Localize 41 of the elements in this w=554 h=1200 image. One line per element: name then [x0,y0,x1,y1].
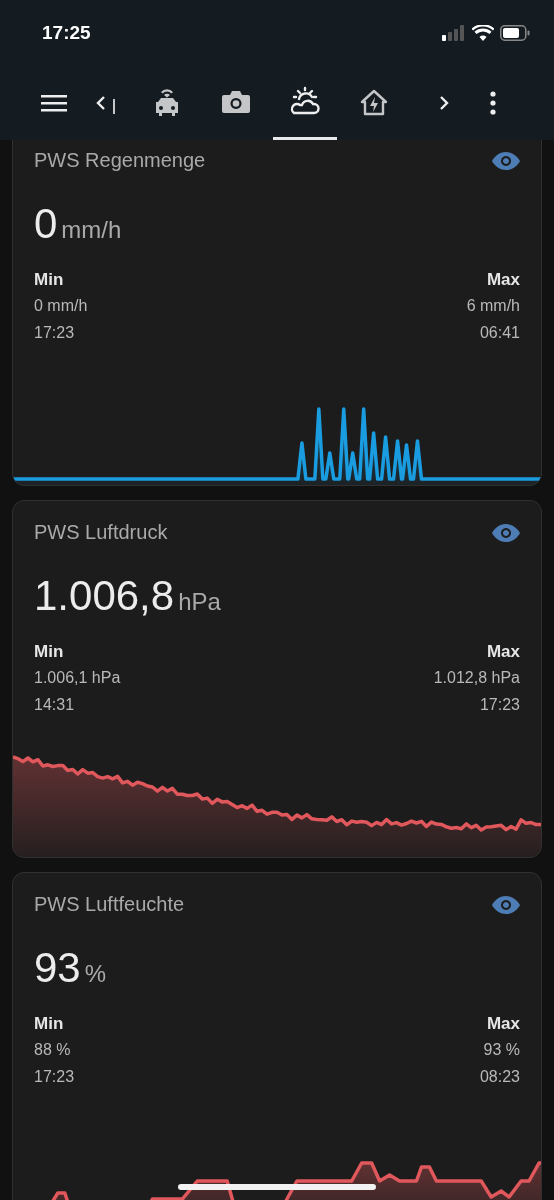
camera-icon [221,88,251,115]
wifi-icon [472,25,494,41]
signal-icon [442,25,466,41]
home-lightning-icon [359,87,389,116]
card-title: PWS Luftfeuchte [34,893,185,916]
max-time: 08:23 [479,1067,520,1087]
min-value: 88 % [34,1040,72,1060]
min-value: 0 mm/h [34,296,88,316]
battery-icon [500,25,530,41]
sensor-unit: mm/h [61,216,122,244]
min-label: Min [34,642,65,662]
min-time: 17:23 [34,323,76,343]
max-time: 17:23 [479,695,520,715]
max-value: 1.012,8 hPa [433,668,520,688]
sensor-unit: hPa [178,588,221,616]
sensor-value: 1.006,8 [34,572,175,620]
menu-icon [41,93,67,113]
max-value: 6 mm/h [466,296,520,316]
eye-icon[interactable] [491,894,521,915]
sensor-card[interactable]: PWS Regenmenge 0 mm/h Min 0 mm/h 17:23 Max 6 mm/h 06:41 [12,140,542,486]
max-value: 93 % [483,1040,520,1060]
min-time: 14:31 [34,695,76,715]
status-time: 17:25 [42,22,92,44]
sensor-value: 93 [34,944,81,992]
more-icon [490,91,496,115]
max-time: 06:41 [479,323,520,343]
max-label: Max [486,1014,520,1034]
min-value: 1.006,1 hPa [34,668,121,688]
eye-icon[interactable] [491,150,521,171]
min-time: 17:23 [34,1067,75,1087]
max-label: Max [486,270,520,290]
card-title: PWS Regenmenge [34,149,206,172]
card-title: PWS Luftdruck [34,521,168,544]
sensor-value: 0 [34,200,58,248]
sensor-card[interactable]: PWS Luftfeuchte 93% Min 88 % 17:23 Max 93 % 08:23 [12,872,542,1200]
sensor-unit: % [84,960,107,988]
min-label: Min [34,270,65,290]
max-label: Max [486,642,520,662]
sensor-card[interactable]: PWS Luftdruck 1.006,8 hPa Min 1.006,1 hPa 14:31 Max 1.012,8 hPa 17:23 [12,500,542,858]
eye-icon[interactable] [491,522,521,543]
min-label: Min [34,1014,65,1034]
